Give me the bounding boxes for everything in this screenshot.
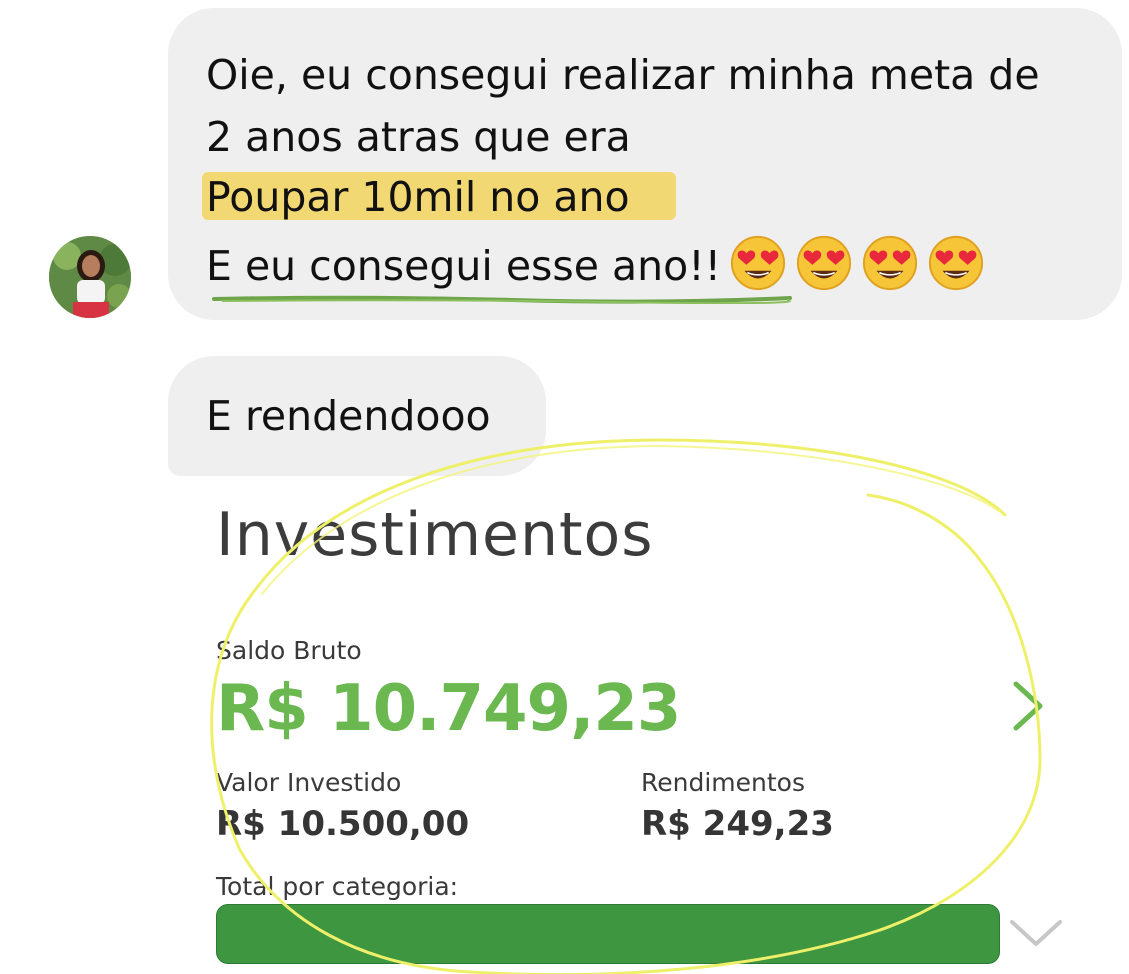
heart-eyes-emoji-icon (929, 235, 984, 291)
heart-eyes-emoji-icon (797, 235, 852, 291)
heart-eyes-emoji-icon (731, 235, 786, 291)
chevron-right-icon[interactable] (1008, 678, 1048, 734)
heart-eyes-emoji-icon (863, 235, 918, 291)
message-line-last: E eu consegui esse ano!! (206, 234, 985, 292)
message-line: Oie, eu consegui realizar minha meta de (206, 51, 1040, 99)
message-text: E rendendooo (206, 392, 491, 440)
saldo-bruto-label: Saldo Bruto (216, 636, 362, 665)
investments-title: Investimentos (216, 500, 654, 570)
message-line-highlighted: Poupar 10mil no ano (206, 173, 630, 221)
rendimentos-label: Rendimentos (641, 768, 805, 797)
handdrawn-underline (212, 295, 792, 304)
category-label: Total por categoria: (216, 872, 459, 901)
valor-investido-value: R$ 10.500,00 (216, 804, 470, 844)
chevron-down-icon[interactable] (1006, 914, 1066, 950)
rendimentos-value: R$ 249,23 (641, 804, 834, 844)
category-bar[interactable] (216, 904, 1000, 964)
avatar[interactable] (49, 236, 131, 318)
message-bubble-1: Oie, eu consegui realizar minha meta de … (168, 8, 1122, 320)
message-line-text: E eu consegui esse ano!! (206, 242, 722, 290)
valor-investido-label: Valor Investido (216, 768, 402, 797)
message-bubble-2: E rendendooo (168, 356, 546, 476)
message-line: 2 anos atras que era (206, 113, 631, 161)
saldo-bruto-value: R$ 10.749,23 (216, 672, 681, 746)
avatar-photo-icon (49, 236, 131, 318)
